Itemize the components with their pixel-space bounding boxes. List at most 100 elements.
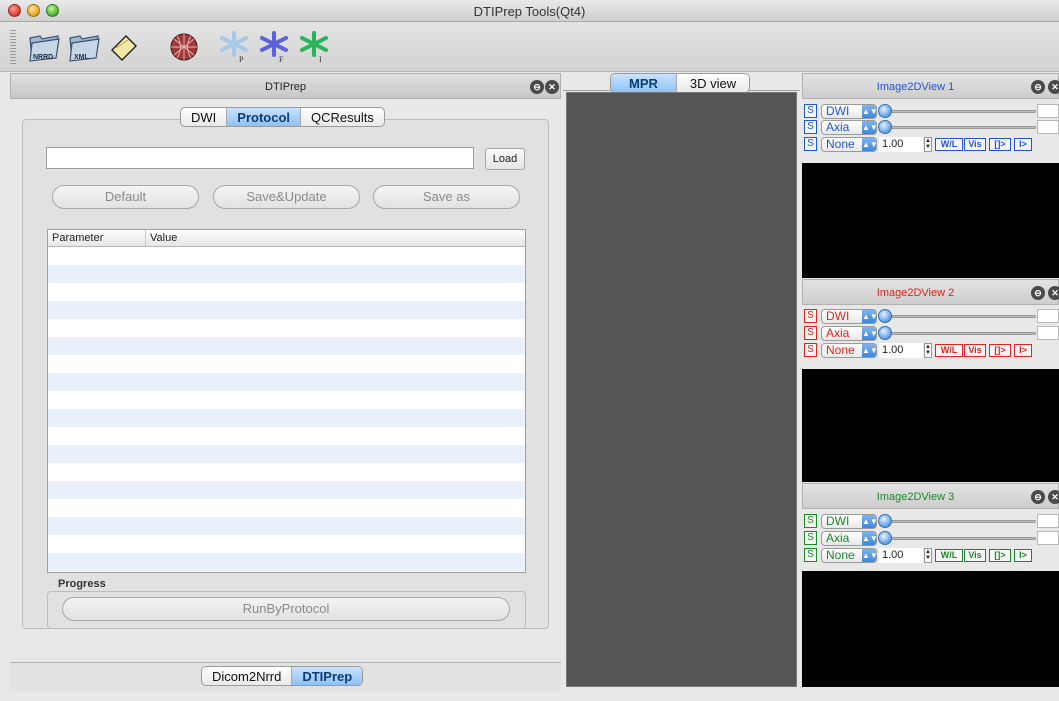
tab-qcresults[interactable]: QCResults xyxy=(301,108,384,126)
slice-slider[interactable] xyxy=(880,537,1036,540)
float-view-icon[interactable]: ⊖ xyxy=(1031,286,1045,300)
tab-dicom2nrrd[interactable]: Dicom2Nrrd xyxy=(202,667,293,685)
close-view-icon[interactable]: ✕ xyxy=(1048,490,1059,504)
view-header[interactable]: Image2DView 1 ⊖ ✕ xyxy=(802,73,1059,99)
info-button[interactable]: I> xyxy=(1014,344,1032,357)
load-button[interactable]: Load xyxy=(485,148,525,170)
slider-handle[interactable] xyxy=(878,120,892,134)
s-button[interactable]: S xyxy=(804,548,817,562)
zoom-stepper[interactable]: ▲ ▼ xyxy=(924,548,932,563)
slider-handle[interactable] xyxy=(878,531,892,545)
close-view-icon[interactable]: ✕ xyxy=(1048,80,1059,94)
s-button[interactable]: S xyxy=(804,104,817,118)
view-header[interactable]: Image2DView 2 ⊖ ✕ xyxy=(802,279,1059,305)
zoom-value[interactable]: 1.00 xyxy=(879,548,923,563)
slice-spinbox[interactable] xyxy=(1037,514,1059,528)
slider-handle[interactable] xyxy=(878,326,892,340)
table-row[interactable] xyxy=(48,355,525,373)
fit-button[interactable]: []> xyxy=(989,344,1011,357)
info-button[interactable]: I> xyxy=(1014,549,1032,562)
close-dock-icon[interactable]: ✕ xyxy=(545,80,559,94)
overlay-combo[interactable]: None ▲▼ xyxy=(821,137,878,152)
zoom-stepper[interactable]: ▲ ▼ xyxy=(924,137,932,152)
save-as-button[interactable]: Save as xyxy=(373,185,520,209)
orientation-combo[interactable]: Axia ▲▼ xyxy=(821,531,878,546)
tab-protocol[interactable]: Protocol xyxy=(227,108,302,126)
table-row[interactable] xyxy=(48,391,525,409)
save-update-button[interactable]: Save&Update xyxy=(213,185,360,209)
close-view-icon[interactable]: ✕ xyxy=(1048,286,1059,300)
overlay-combo[interactable]: None ▲▼ xyxy=(821,548,878,563)
slice-spinbox[interactable] xyxy=(1037,104,1059,118)
slice-slider[interactable] xyxy=(880,332,1036,335)
float-dock-icon[interactable]: ⊖ xyxy=(530,80,544,94)
zoom-value[interactable]: 1.00 xyxy=(879,137,923,152)
table-row[interactable] xyxy=(48,337,525,355)
run-by-protocol-button[interactable]: RunByProtocol xyxy=(62,597,510,621)
slice-slider[interactable] xyxy=(880,126,1036,129)
s-button[interactable]: S xyxy=(804,343,817,357)
table-row[interactable] xyxy=(48,553,525,571)
mpr-viewport[interactable] xyxy=(566,92,797,687)
tab-3d-view[interactable]: 3D view xyxy=(677,74,749,92)
dock-header[interactable]: DTIPrep ⊖ ✕ xyxy=(10,73,561,99)
vis-button[interactable]: Vis xyxy=(964,344,986,357)
open-nrrd-button[interactable]: NRRD xyxy=(26,30,62,64)
table-row[interactable] xyxy=(48,535,525,553)
star-f-button[interactable]: F xyxy=(256,30,292,64)
tab-dwi[interactable]: DWI xyxy=(181,108,228,126)
table-row[interactable] xyxy=(48,409,525,427)
slice-slider[interactable] xyxy=(880,315,1036,318)
s-button[interactable]: S xyxy=(804,137,817,151)
fit-button[interactable]: []> xyxy=(989,549,1011,562)
table-row[interactable] xyxy=(48,517,525,535)
slider-handle[interactable] xyxy=(878,104,892,118)
zoom-value[interactable]: 1.00 xyxy=(879,343,923,358)
table-row[interactable] xyxy=(48,445,525,463)
table-row[interactable] xyxy=(48,373,525,391)
slice-slider[interactable] xyxy=(880,110,1036,113)
table-row[interactable] xyxy=(48,265,525,283)
default-button[interactable]: Default xyxy=(52,185,199,209)
image-combo[interactable]: DWI ▲▼ xyxy=(821,104,878,119)
s-button[interactable]: S xyxy=(804,120,817,134)
eraser-button[interactable] xyxy=(106,30,142,64)
slice-spinbox[interactable] xyxy=(1037,326,1059,340)
table-row[interactable] xyxy=(48,319,525,337)
wl-button[interactable]: W/L xyxy=(935,549,963,562)
table-row[interactable] xyxy=(48,571,525,572)
image-canvas[interactable] xyxy=(802,163,1059,278)
image-combo[interactable]: DWI ▲▼ xyxy=(821,309,878,324)
column-value[interactable]: Value xyxy=(146,230,177,246)
float-view-icon[interactable]: ⊖ xyxy=(1031,80,1045,94)
table-row[interactable] xyxy=(48,463,525,481)
info-button[interactable]: I> xyxy=(1014,138,1032,151)
float-view-icon[interactable]: ⊖ xyxy=(1031,490,1045,504)
vis-button[interactable]: Vis xyxy=(964,138,986,151)
tab-dtiprep[interactable]: DTIPrep xyxy=(292,667,363,685)
view-header[interactable]: Image2DView 3 ⊖ ✕ xyxy=(802,483,1059,509)
table-row[interactable] xyxy=(48,499,525,517)
image-combo[interactable]: DWI ▲▼ xyxy=(821,514,878,529)
column-parameter[interactable]: Parameter xyxy=(48,230,146,246)
fit-button[interactable]: []> xyxy=(989,138,1011,151)
protocol-table[interactable]: Parameter Value xyxy=(47,229,526,573)
tab-mpr[interactable]: MPR xyxy=(611,74,677,92)
star-p-button[interactable]: P xyxy=(216,30,252,64)
slice-slider[interactable] xyxy=(880,520,1036,523)
s-button[interactable]: S xyxy=(804,309,817,323)
slice-spinbox[interactable] xyxy=(1037,309,1059,323)
sphere-button[interactable] xyxy=(166,30,202,64)
table-row[interactable] xyxy=(48,283,525,301)
slider-handle[interactable] xyxy=(878,514,892,528)
toolbar-grip[interactable] xyxy=(10,30,16,64)
overlay-combo[interactable]: None ▲▼ xyxy=(821,343,878,358)
table-row[interactable] xyxy=(48,247,525,265)
vis-button[interactable]: Vis xyxy=(964,549,986,562)
zoom-stepper[interactable]: ▲ ▼ xyxy=(924,343,932,358)
s-button[interactable]: S xyxy=(804,514,817,528)
open-xml-button[interactable]: XML xyxy=(66,30,102,64)
orientation-combo[interactable]: Axia ▲▼ xyxy=(821,326,878,341)
slice-spinbox[interactable] xyxy=(1037,120,1059,134)
s-button[interactable]: S xyxy=(804,326,817,340)
